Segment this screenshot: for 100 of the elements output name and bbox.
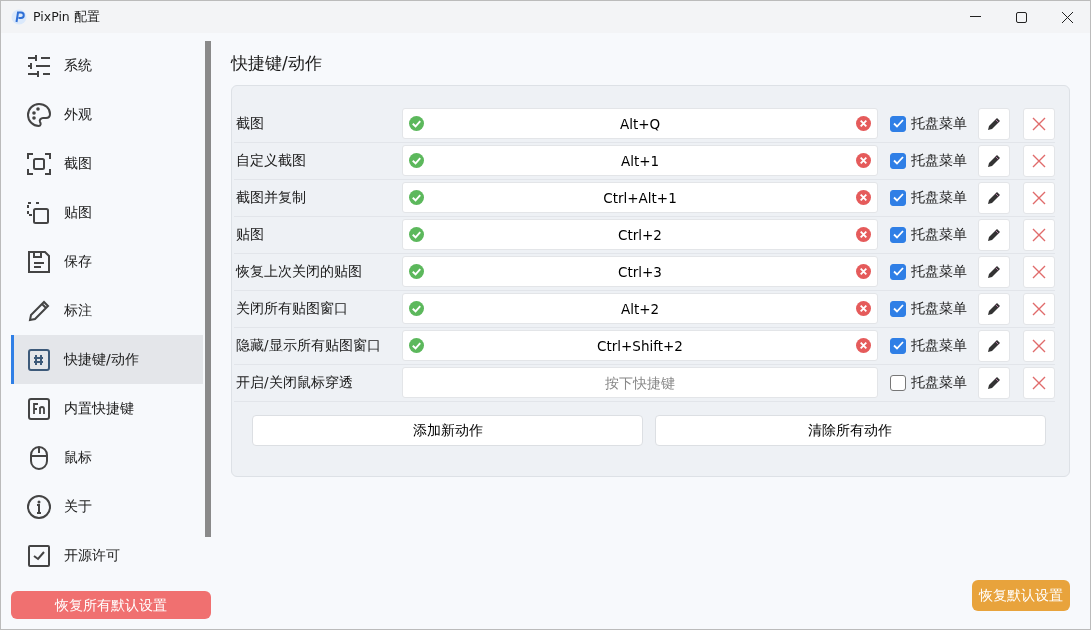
tray-menu-label: 托盘菜单: [911, 262, 967, 282]
sidebar-item[interactable]: 标注: [11, 286, 203, 335]
shortcut-field[interactable]: Ctrl+2: [402, 219, 878, 250]
edit-button[interactable]: [978, 329, 1010, 362]
shortcut-field[interactable]: Alt+Q: [402, 108, 878, 139]
pencil-icon: [986, 300, 1002, 317]
window-title: PixPin 配置: [33, 7, 100, 26]
pencil-icon: [986, 115, 1002, 132]
pin-icon: [26, 199, 52, 226]
clear-icon[interactable]: [856, 264, 871, 279]
screenshot-icon: [26, 150, 52, 177]
delete-button[interactable]: [1023, 144, 1055, 177]
sidebar-item[interactable]: 开源许可: [11, 531, 203, 580]
hash-icon: [26, 346, 52, 373]
pencil-icon: [986, 374, 1002, 391]
sidebar-item[interactable]: 关于: [11, 482, 203, 531]
shortcut-field[interactable]: Ctrl+3: [402, 256, 878, 287]
action-label: 隐藏/显示所有贴图窗口: [235, 336, 382, 356]
shortcut-field[interactable]: Ctrl+Shift+2: [402, 330, 878, 361]
close-icon: [1032, 264, 1046, 279]
sliders-icon: [26, 52, 52, 79]
close-icon: [1032, 301, 1046, 316]
tray-menu-checkbox[interactable]: [890, 263, 906, 280]
clear-icon[interactable]: [856, 301, 871, 316]
fn-key-icon: [26, 395, 52, 422]
delete-button[interactable]: [1023, 181, 1055, 214]
edit-button[interactable]: [978, 144, 1010, 177]
clear-icon[interactable]: [856, 338, 871, 353]
tray-menu-checkbox[interactable]: [890, 152, 906, 169]
edit-button[interactable]: [978, 107, 1010, 140]
delete-button[interactable]: [1023, 107, 1055, 140]
tray-menu-checkbox[interactable]: [890, 300, 906, 317]
pencil-icon: [986, 263, 1002, 280]
pencil-icon: [986, 152, 1002, 169]
save-icon: [26, 248, 52, 275]
edit-button[interactable]: [978, 181, 1010, 214]
sidebar-item[interactable]: 贴图: [11, 188, 203, 237]
minimize-icon[interactable]: [969, 16, 981, 18]
page-heading: 快捷键/动作: [231, 52, 323, 75]
pencil-icon: [986, 337, 1002, 354]
maximize-icon[interactable]: [1015, 11, 1027, 23]
clear-icon[interactable]: [856, 227, 871, 242]
action-label: 自定义截图: [235, 151, 307, 171]
tray-menu-label: 托盘菜单: [911, 336, 967, 356]
close-icon: [1032, 338, 1046, 353]
tray-menu-checkbox[interactable]: [890, 374, 906, 391]
tray-menu-checkbox[interactable]: [890, 115, 906, 132]
sidebar-item[interactable]: 系统: [11, 41, 203, 90]
sidebar-item[interactable]: 内置快捷键: [11, 384, 203, 433]
shortcut-field[interactable]: Alt+1: [402, 145, 878, 176]
sidebar-item[interactable]: 截图: [11, 139, 203, 188]
close-icon: [1032, 375, 1046, 390]
action-label: 截图: [235, 114, 265, 134]
tray-menu-checkbox[interactable]: [890, 189, 906, 206]
edit-button[interactable]: [978, 366, 1010, 399]
delete-button[interactable]: [1023, 255, 1055, 288]
sidebar-item[interactable]: 保存: [11, 237, 203, 286]
pencil-icon: [986, 226, 1002, 243]
clear-icon[interactable]: [856, 190, 871, 205]
sidebar-item[interactable]: 外观: [11, 90, 203, 139]
close-icon[interactable]: [1061, 11, 1073, 23]
pencil-icon: [986, 189, 1002, 206]
tray-menu-label: 托盘菜单: [911, 114, 967, 134]
tray-menu-label: 托盘菜单: [911, 225, 967, 245]
tray-menu-label: 托盘菜单: [911, 299, 967, 319]
sidebar-item[interactable]: 快捷键/动作: [11, 335, 203, 384]
tray-menu-checkbox[interactable]: [890, 226, 906, 243]
close-icon: [1032, 190, 1046, 205]
edit-button[interactable]: [978, 292, 1010, 325]
edit-button[interactable]: [978, 218, 1010, 251]
action-label: 关闭所有贴图窗口: [235, 299, 349, 319]
edit-button[interactable]: [978, 255, 1010, 288]
action-label: 开启/关闭鼠标穿透: [235, 373, 354, 393]
checkbox-icon: [26, 542, 52, 569]
action-label: 恢复上次关闭的贴图: [234, 262, 363, 282]
app-logo-icon: [11, 9, 27, 25]
palette-icon: [26, 101, 52, 128]
clear-icon[interactable]: [856, 153, 871, 168]
sidebar-item[interactable]: 鼠标: [11, 433, 203, 482]
delete-button[interactable]: [1023, 329, 1055, 362]
scrollbar[interactable]: [205, 41, 211, 537]
close-icon: [1032, 227, 1046, 242]
clear-actions-button[interactable]: 清除所有动作: [654, 414, 1046, 446]
delete-button[interactable]: [1023, 366, 1055, 399]
shortcut-field[interactable]: Ctrl+Alt+1: [402, 182, 878, 213]
tray-menu-label: 托盘菜单: [911, 151, 967, 171]
clear-icon[interactable]: [856, 116, 871, 131]
tray-menu-label: 托盘菜单: [911, 373, 967, 393]
delete-button[interactable]: [1023, 292, 1055, 325]
shortcut-field[interactable]: 按下快捷键: [402, 367, 878, 398]
info-icon: [26, 493, 52, 520]
close-icon: [1032, 153, 1046, 168]
shortcut-field[interactable]: Alt+2: [402, 293, 878, 324]
close-icon: [1032, 116, 1046, 131]
add-action-button[interactable]: 添加新动作: [252, 414, 643, 446]
tray-menu-checkbox[interactable]: [890, 337, 906, 354]
action-label: 贴图: [235, 225, 265, 245]
tray-menu-label: 托盘菜单: [911, 188, 967, 208]
action-label: 截图并复制: [235, 188, 307, 208]
delete-button[interactable]: [1023, 218, 1055, 251]
